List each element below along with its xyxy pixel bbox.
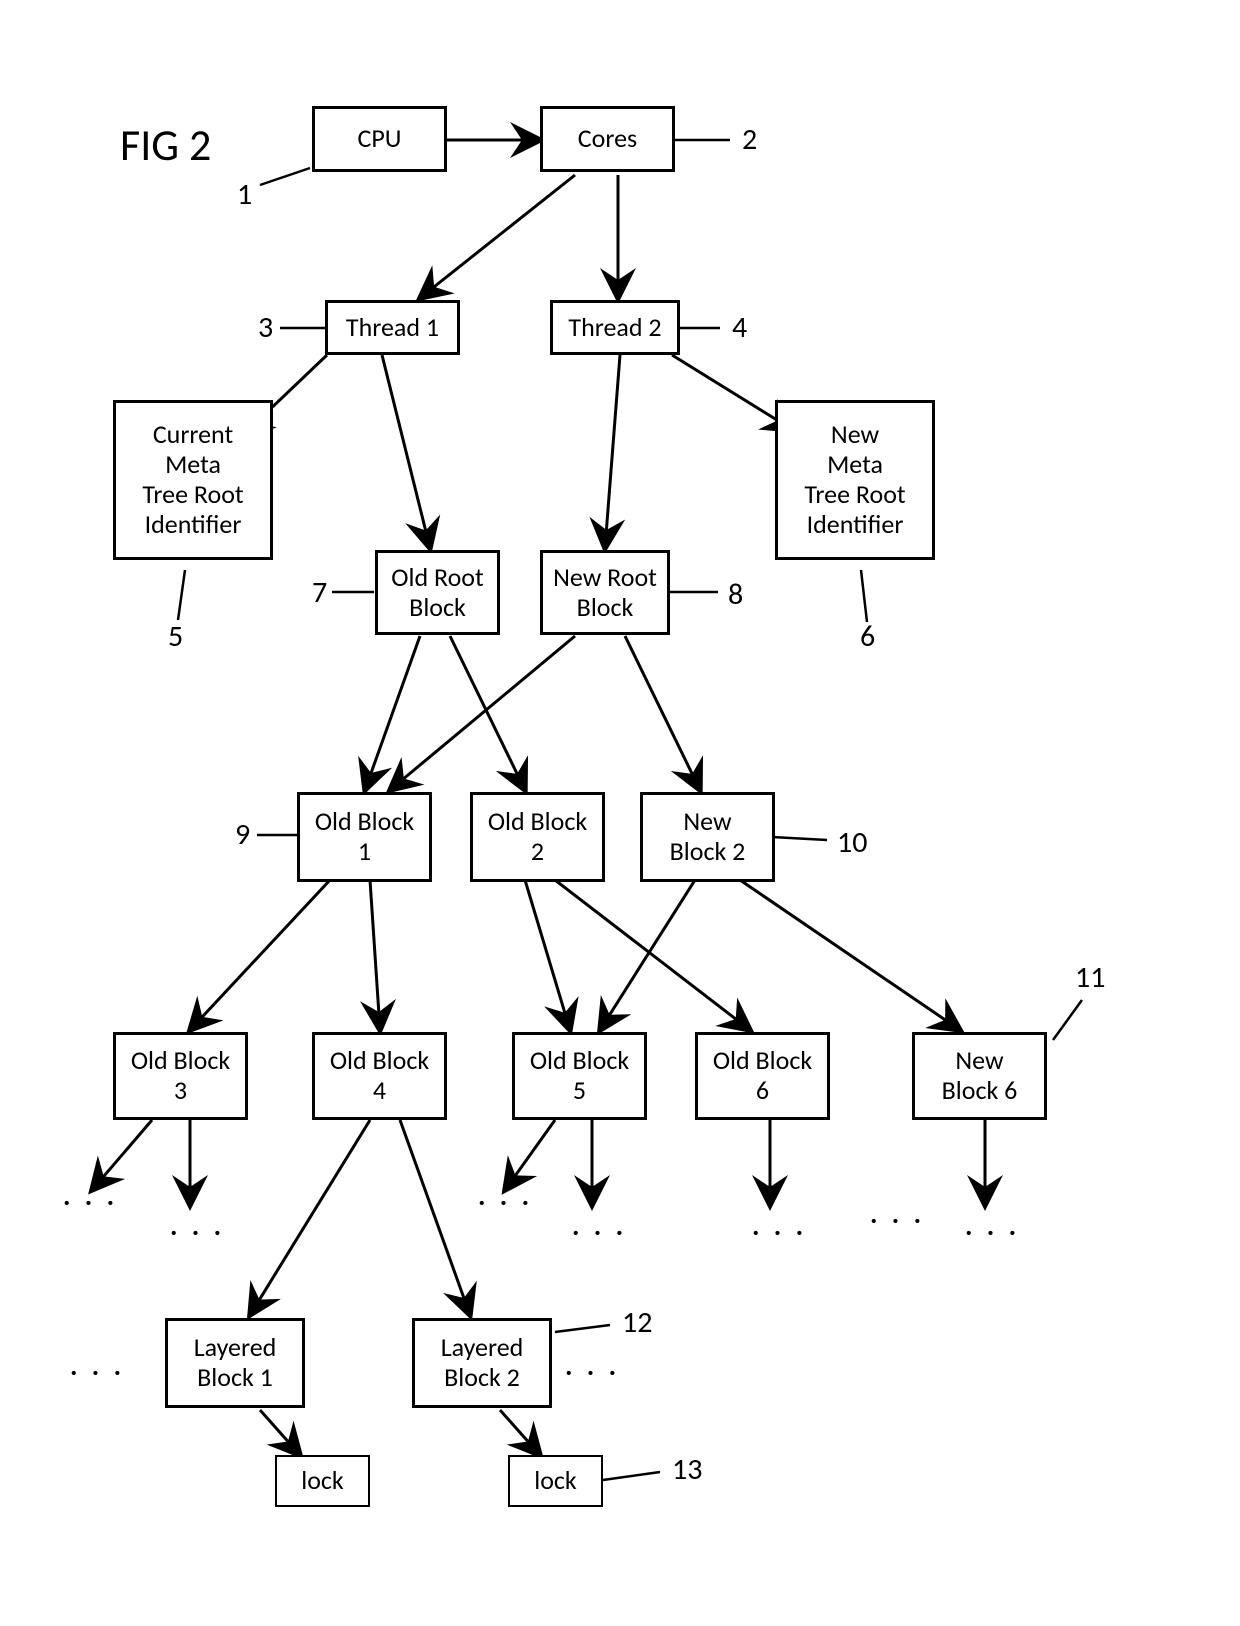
label-7: 7 [312, 578, 327, 608]
node-new-block2: New Block 2 [640, 792, 775, 882]
label-10: 10 [837, 828, 867, 858]
node-thread1: Thread 1 [325, 300, 460, 355]
label-8: 8 [728, 580, 743, 610]
ellipsis: . . . [70, 1348, 125, 1383]
ellipsis: . . . [478, 1178, 533, 1213]
node-new-meta: New Meta Tree Root Identifier [775, 400, 935, 560]
node-old-block6: Old Block 6 [695, 1032, 830, 1120]
ellipsis: . . . [63, 1178, 118, 1213]
node-layered-block1: Layered Block 1 [165, 1318, 305, 1408]
node-cores: Cores [540, 106, 675, 172]
ellipsis: . . . [752, 1208, 807, 1243]
ellipsis: . . . [572, 1208, 627, 1243]
label-12: 12 [622, 1308, 652, 1338]
label-4: 4 [732, 313, 747, 343]
node-lock2: lock [508, 1455, 603, 1507]
node-current-meta: Current Meta Tree Root Identifier [113, 400, 273, 560]
node-layered-block2: Layered Block 2 [412, 1318, 552, 1408]
label-9: 9 [235, 820, 250, 850]
node-old-block1: Old Block 1 [297, 792, 432, 882]
node-cpu: CPU [312, 106, 447, 172]
ellipsis: . . . [870, 1196, 925, 1231]
label-13: 13 [672, 1455, 702, 1485]
label-6: 6 [860, 622, 875, 652]
label-11: 11 [1075, 963, 1105, 993]
node-new-block6: New Block 6 [912, 1032, 1047, 1120]
node-new-root: New Root Block [540, 550, 670, 635]
node-lock1: lock [275, 1455, 370, 1507]
node-old-block5: Old Block 5 [512, 1032, 647, 1120]
node-thread2: Thread 2 [550, 300, 680, 355]
node-old-block4: Old Block 4 [312, 1032, 447, 1120]
ellipsis: . . . [170, 1208, 225, 1243]
ellipsis: . . . [565, 1348, 620, 1383]
node-old-block2: Old Block 2 [470, 792, 605, 882]
ellipsis: . . . [965, 1208, 1020, 1243]
label-2: 2 [742, 125, 757, 155]
node-old-block3: Old Block 3 [113, 1032, 248, 1120]
node-old-root: Old Root Block [375, 550, 500, 635]
label-5: 5 [168, 622, 183, 652]
diagram-canvas: FIG 2 [0, 0, 1240, 1626]
label-1: 1 [237, 180, 252, 210]
label-3: 3 [258, 313, 273, 343]
figure-title: FIG 2 [120, 118, 211, 172]
